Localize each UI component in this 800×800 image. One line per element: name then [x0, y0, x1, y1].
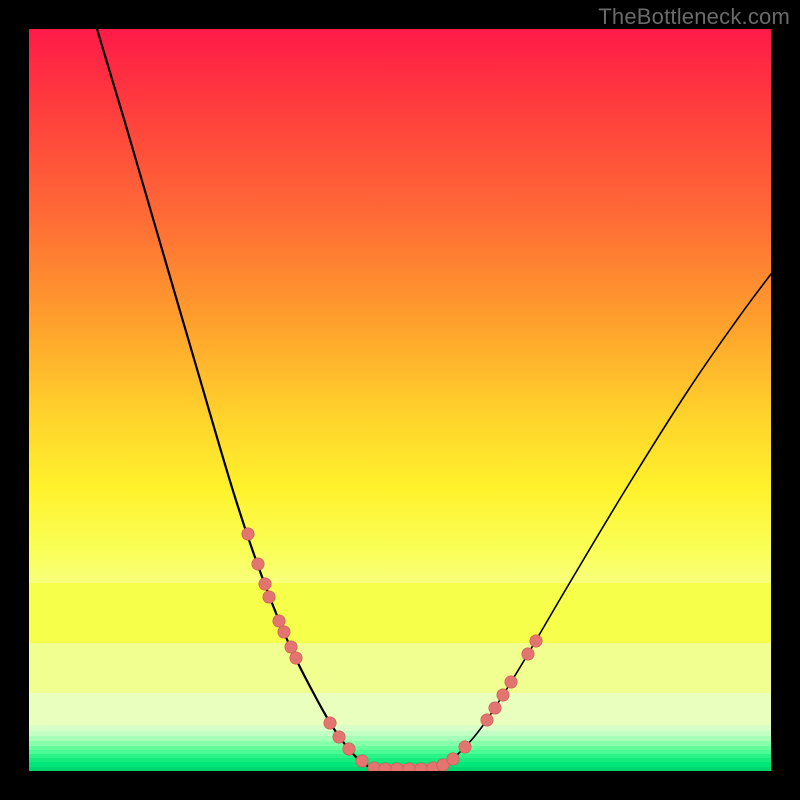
band [29, 767, 771, 771]
watermark-text: TheBottleneck.com [598, 4, 790, 30]
data-dot [252, 558, 264, 570]
band [29, 583, 771, 643]
data-dot [242, 528, 254, 540]
band [29, 693, 771, 725]
chart-plot-area [29, 29, 771, 771]
band [29, 643, 771, 693]
